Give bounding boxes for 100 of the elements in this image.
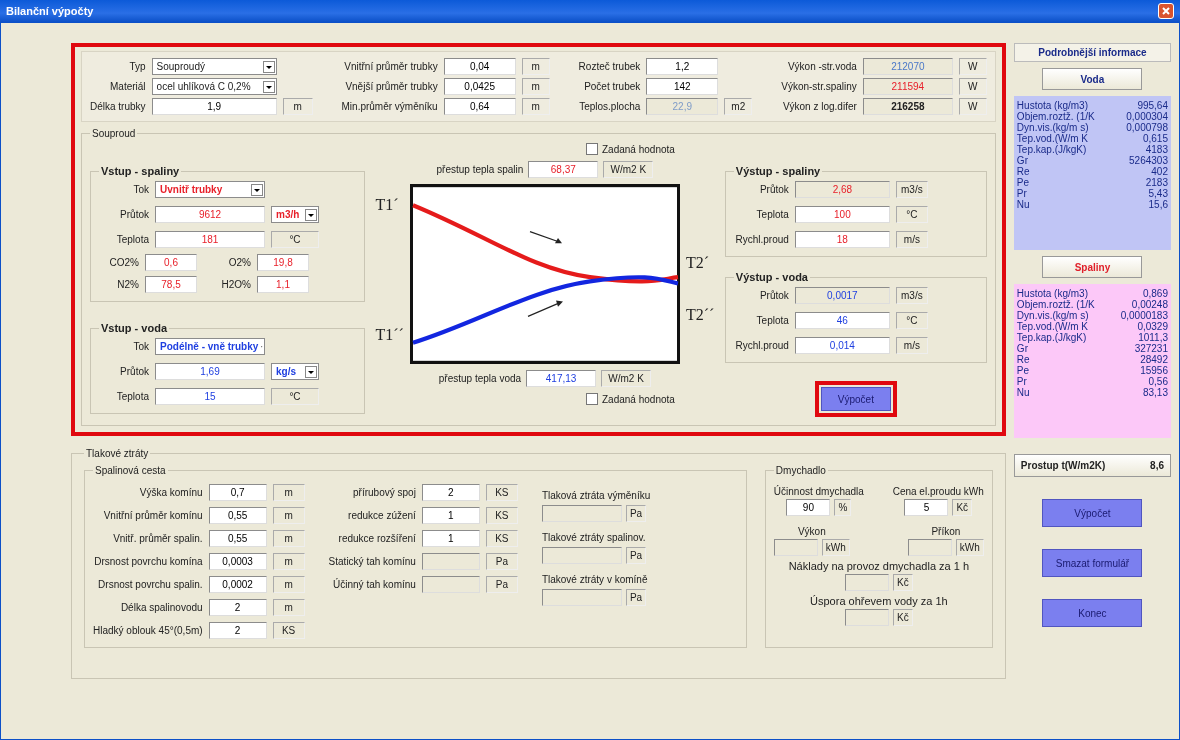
input-field[interactable]: 1,1 (257, 276, 309, 293)
property-label: Objem.roztž. (1/K (1016, 111, 1096, 122)
input-field[interactable]: 5 (904, 499, 949, 516)
output-field[interactable]: 211594 (862, 78, 953, 95)
input-field[interactable]: 2 (421, 484, 480, 501)
output-field[interactable]: 212070 (862, 58, 953, 75)
given-value-checkbox[interactable]: Zadaná hodnota (586, 393, 675, 405)
temperature-label: T2´ (685, 254, 711, 272)
input-field[interactable]: 1 (421, 530, 480, 547)
input-field[interactable]: 0,7 (208, 484, 267, 501)
field-label: Výkon -str.voda (786, 61, 857, 72)
input-field[interactable]: 90 (786, 499, 831, 516)
close-button[interactable] (1158, 3, 1174, 19)
output-field[interactable] (421, 553, 480, 570)
field-label: redukce rozšíření (337, 533, 416, 544)
property-label: Tep.vod.(W/m K (1016, 321, 1089, 332)
unit-label: Pa (485, 576, 518, 593)
field-label: Tlaková ztráta výměníku (541, 490, 651, 501)
property-value: 5264303 (1128, 155, 1168, 166)
unit-label: Kč (952, 499, 973, 516)
input-field[interactable]: 1 (421, 507, 480, 524)
flue-gas-button[interactable]: Spaliny (1042, 256, 1143, 278)
input-field[interactable]: 46 (794, 312, 890, 329)
output-field[interactable] (421, 576, 480, 593)
calculate-button[interactable]: Výpočet (820, 387, 891, 411)
input-field[interactable]: 18 (794, 231, 890, 248)
output-field[interactable]: 2,68 (794, 181, 890, 198)
unit-label: W (958, 98, 987, 115)
field-label: Min.průměr výměníku (341, 101, 438, 112)
property-label: Nu (1016, 199, 1031, 210)
field-label: Teplota (755, 315, 789, 326)
input-field[interactable]: 0,6 (145, 254, 197, 271)
unit-label: m2 (724, 98, 753, 115)
input-field[interactable]: 0,55 (208, 530, 267, 547)
action-button[interactable]: Výpočet (1042, 499, 1143, 527)
output-field[interactable] (845, 574, 889, 591)
property-label: Dyn.vis.(kg/m s) (1016, 310, 1089, 321)
output-field[interactable] (907, 539, 952, 556)
input-field[interactable]: 15 (155, 388, 265, 405)
field-label: H2O% (220, 279, 251, 290)
group-title: Spalinová cesta (94, 465, 167, 476)
field-label: Počet trubek (583, 81, 641, 92)
field-label: Délka spalinovodu (119, 602, 203, 613)
input-field[interactable]: 0,64 (443, 98, 516, 115)
output-field[interactable]: 68,37 (528, 161, 599, 178)
dropdown[interactable]: ocel uhlíková C 0,2% (151, 78, 277, 95)
field-label: Rychl.proud (734, 340, 789, 351)
dropdown[interactable]: Podélně - vně trubky (155, 338, 265, 355)
group-title: Vstup - spaliny (100, 165, 181, 177)
unit-label: KS (485, 484, 518, 501)
dropdown[interactable]: Souproudý (151, 58, 277, 75)
output-field[interactable]: 0,0017 (794, 287, 890, 304)
field-label: Tlakové ztráty spalinov. (541, 532, 647, 543)
input-field[interactable]: 0,04 (443, 58, 516, 75)
property-value: 83,13 (1141, 387, 1168, 398)
output-field[interactable]: 216258 (862, 98, 953, 115)
field-label: Hladký oblouk 45°(0,5m) (93, 625, 203, 636)
unit-label: KS (485, 530, 518, 547)
input-field[interactable]: 9612 (155, 206, 265, 223)
input-field[interactable]: 181 (155, 231, 265, 248)
dropdown[interactable]: Uvnitř trubky (155, 181, 265, 198)
input-field[interactable]: 142 (646, 78, 719, 95)
property-label: Pe (1016, 365, 1031, 376)
unit-label: Kč (893, 574, 913, 591)
property-label: Re (1016, 354, 1031, 365)
input-field[interactable]: 2 (208, 622, 267, 639)
input-field[interactable]: 78,5 (145, 276, 197, 293)
unit-label: kWh (821, 539, 850, 556)
action-button[interactable]: Smazat formulář (1042, 549, 1143, 577)
field-label: Materiál (109, 81, 146, 92)
unit-dropdown[interactable]: kg/s (271, 363, 319, 380)
property-value: 5,43 (1147, 188, 1168, 199)
unit-dropdown[interactable]: m3/h (271, 206, 319, 223)
property-value: 0,0329 (1136, 321, 1168, 332)
input-field[interactable]: 0,55 (208, 507, 267, 524)
input-field[interactable]: 0,0002 (208, 576, 267, 593)
field-label: Tlakové ztráty v komíně (541, 574, 649, 585)
input-field[interactable]: 19,8 (257, 254, 309, 271)
water-button[interactable]: Voda (1042, 68, 1143, 90)
given-value-checkbox[interactable]: Zadaná hodnota (586, 143, 675, 155)
output-field[interactable] (845, 609, 889, 626)
property-value: 0,869 (1141, 288, 1168, 299)
input-field[interactable]: 1,9 (151, 98, 277, 115)
field-label: Teplota (115, 391, 149, 402)
action-button[interactable]: Konec (1042, 599, 1143, 627)
output-field[interactable] (541, 505, 622, 522)
input-field[interactable]: 0,0425 (443, 78, 516, 95)
group-title: Vstup - voda (100, 322, 169, 334)
input-field[interactable]: 0,0003 (208, 553, 267, 570)
field-label: Průtok (119, 366, 149, 377)
input-field[interactable]: 1,2 (646, 58, 719, 75)
unit-label: m/s (895, 231, 928, 248)
input-field[interactable]: 0,014 (794, 337, 890, 354)
output-field[interactable]: 417,13 (526, 370, 597, 387)
input-field[interactable]: 2 (208, 599, 267, 616)
output-field[interactable] (541, 589, 622, 606)
input-field[interactable]: 100 (794, 206, 890, 223)
input-field[interactable]: 1,69 (155, 363, 265, 380)
output-field[interactable] (541, 547, 622, 564)
output-field[interactable] (773, 539, 818, 556)
